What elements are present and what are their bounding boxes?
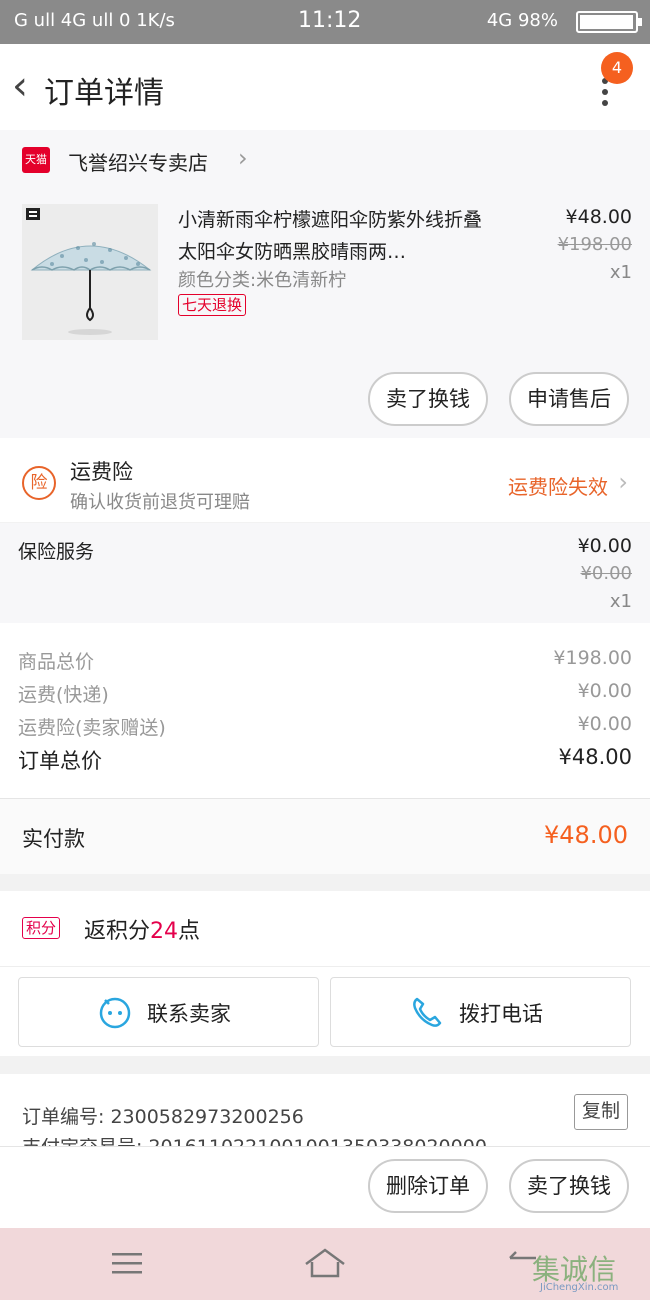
insurance-service-item: 保险服务 ¥0.00 ¥0.00 x1 [0,523,650,623]
points-row: 积分 返积分24点 [0,891,650,966]
service-title: 保险服务 [18,541,95,563]
payment-number-partial: 支付宝交易号: 2016110221001001350338020000 [22,1138,502,1146]
store-row[interactable]: 天猫 飞誉绍兴专卖店 › [0,130,650,192]
price-summary: 商品总价 ¥198.00 运费(快递) ¥0.00 运费险(卖家赠送) ¥0.0… [0,623,650,798]
page-title: 订单详情 [44,76,164,111]
order-total-row: 订单总价 ¥48.00 [18,745,632,775]
service-quantity: x1 [609,591,632,612]
sell-for-cash-button[interactable]: 卖了换钱 [509,1159,629,1213]
more-menu-icon[interactable] [598,78,612,114]
battery-icon [576,11,642,33]
phone-icon [413,997,442,1027]
delete-order-button[interactable]: 删除订单 [368,1159,488,1213]
header: ‹ 订单详情 [0,44,650,130]
points-prefix: 返积分 [84,919,151,944]
insurance-status: 运费险失效 [508,475,608,499]
amount-paid-value: ¥48.00 [544,821,628,849]
chevron-right-icon: › [618,468,628,496]
summary-label: 商品总价 [18,651,95,673]
summary-row: 商品总价 ¥198.00 [18,647,632,674]
amount-paid-row: 实付款 ¥48.00 [0,798,650,874]
clock: 11:12 [298,8,362,33]
notification-badge: 4 [601,52,633,84]
battery-fill [580,15,633,29]
summary-value: ¥198.00 [553,647,632,669]
return-policy-tag: 七天退换 [178,294,247,316]
after-sale-button[interactable]: 申请售后 [509,372,629,426]
contact-seller-button[interactable]: 联系卖家 [18,977,319,1047]
store-name: 飞誉绍兴专卖店 [68,151,208,175]
points-amount: 24 [150,919,179,944]
signal-indicators: G ull 4G ull 0 1K/s [14,10,175,31]
bottom-action-bar: 删除订单 卖了换钱 [0,1146,650,1228]
summary-value: ¥0.00 [577,680,632,702]
chat-bubble-icon [99,997,131,1029]
copy-button[interactable]: 复制 [574,1094,628,1130]
service-original-price: ¥0.00 [580,563,632,584]
summary-label: 运费险(卖家赠送) [18,717,166,739]
insurance-title: 运费险 [70,460,133,484]
product-sku: 颜色分类:米色清新柠 [178,270,347,291]
chevron-right-icon: › [238,144,248,172]
call-button[interactable]: 拨打电话 [330,977,631,1047]
points-tag: 积分 [22,917,61,939]
watermark-url: JiChengXin.com [540,1282,619,1293]
product-item[interactable]: 小清新雨伞柠檬遮阳伞防紫外线折叠太阳伞女防晒黑胶晴雨两… 颜色分类:米色清新柠 … [0,192,650,438]
insurance-subtitle: 确认收货前退货可理赔 [70,492,250,513]
points-text: 返积分24点 [84,913,200,945]
shipping-insurance-row[interactable]: 险 运费险 确认收货前退货可理赔 运费险失效 › [0,438,650,522]
product-original-price: ¥198.00 [557,234,632,255]
summary-label: 运费(快递) [18,684,109,706]
order-total-label: 订单总价 [18,749,102,773]
battery-text: 4G 98% [486,10,558,31]
contact-row: 联系卖家 拨打电话 [0,966,650,1056]
contact-seller-label: 联系卖家 [147,1002,231,1026]
order-info: 订单编号: 2300582973200256 复制 支付宝交易号: 201611… [0,1074,650,1146]
summary-row: 运费险(卖家赠送) ¥0.00 [18,713,632,740]
summary-value: ¥0.00 [577,713,632,735]
back-arrow-icon[interactable]: ‹ [12,66,28,106]
insurance-icon: 险 [22,466,56,500]
tmall-logo-icon: 天猫 [22,147,50,173]
points-suffix: 点 [178,919,201,944]
status-bar: G ull 4G ull 0 1K/s 11:12 4G 98% [0,0,650,44]
product-quantity: x1 [609,262,632,283]
order-total-value: ¥48.00 [558,745,632,769]
home-icon [305,1248,345,1278]
amount-paid-label: 实付款 [22,827,85,851]
product-price: ¥48.00 [565,206,632,228]
order-number: 订单编号: 2300582973200256 [22,1106,304,1128]
product-image[interactable] [22,204,158,340]
service-price: ¥0.00 [577,535,632,557]
summary-row: 运费(快递) ¥0.00 [18,680,632,707]
product-name[interactable]: 小清新雨伞柠檬遮阳伞防紫外线折叠太阳伞女防晒黑胶晴雨两… [178,204,498,268]
umbrella-image-icon [22,204,158,340]
menu-icon [112,1253,142,1274]
call-label: 拨打电话 [459,1002,543,1026]
sell-for-cash-button[interactable]: 卖了换钱 [368,372,488,426]
